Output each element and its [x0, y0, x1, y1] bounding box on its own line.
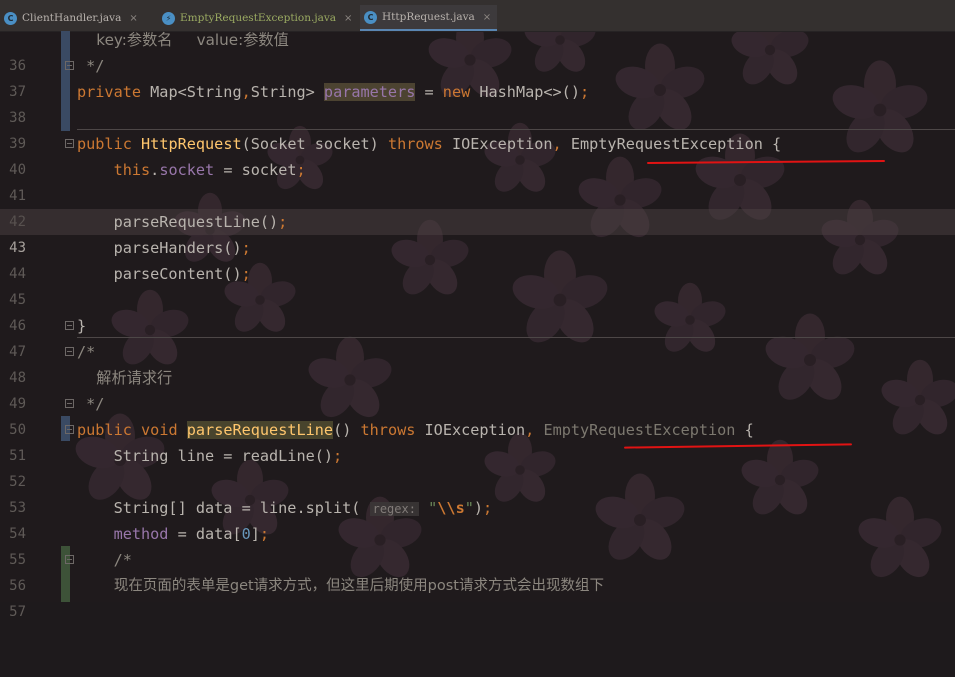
fold-icon[interactable]	[65, 321, 74, 330]
code-line: 52 String line = readLine();	[0, 443, 955, 490]
fold-icon[interactable]	[65, 555, 74, 564]
code-text: 解析请求行	[77, 369, 173, 387]
code-line: 47 }	[0, 313, 955, 360]
exception-class-icon: ⚡	[162, 11, 175, 25]
code-text: parseContent();	[77, 265, 251, 283]
code-line: 57 现在页面的表单是get请求方式，但这里后期使用post请求方式会出现数组下	[0, 573, 955, 620]
code-text: public HttpRequest(Socket socket) throws…	[77, 135, 782, 153]
code-text: method = data[0];	[113, 525, 270, 543]
code-text: public void parseRequestLine() throws IO…	[77, 421, 754, 439]
fold-icon[interactable]	[65, 399, 74, 408]
code-line: 56 /*	[0, 547, 955, 594]
code-text: String[] data = line.split( regex: "\\s"…	[77, 499, 493, 517]
tab-label: EmptyRequestException.java	[180, 12, 337, 24]
code-line: 38 private Map<String,String> parameters…	[0, 79, 955, 126]
code-line: 39	[0, 105, 955, 152]
code-text: */	[77, 395, 105, 413]
fold-icon[interactable]	[65, 139, 74, 148]
code-line: 53	[0, 469, 955, 516]
code-line-current: 43 parseRequestLine();	[0, 209, 955, 256]
code-line: 46	[0, 287, 955, 334]
code-line: 37 */	[0, 53, 955, 100]
tab-label: HttpRequest.java	[382, 11, 475, 23]
code-text: 现在页面的表单是get请求方式，但这里后期使用post请求方式会出现数组下	[77, 578, 604, 594]
code-line: 51 public void parseRequestLine() throws…	[0, 417, 955, 464]
java-class-icon: C	[364, 10, 377, 24]
close-icon[interactable]: ×	[483, 12, 491, 23]
code-text: /*	[77, 343, 96, 361]
code-text: String line = readLine();	[77, 447, 343, 465]
code-text: key:参数名 value:参数值	[77, 31, 289, 49]
code-line: 50 */	[0, 391, 955, 438]
tab-label: ClientHandler.java	[22, 12, 122, 24]
code-text: private Map<String,String> parameters = …	[77, 83, 590, 101]
parameter-hint: regex:	[369, 502, 419, 516]
code-text: this.socket = socket;	[113, 161, 306, 179]
code-line: 42	[0, 183, 955, 230]
code-line: 48 /*	[0, 339, 955, 386]
fold-icon[interactable]	[65, 61, 74, 70]
code-line: 54 String[] data = line.split( regex: "\…	[0, 495, 955, 542]
code-line: 36 key:参数名 value:参数值	[0, 27, 955, 74]
close-icon[interactable]: ×	[344, 13, 352, 24]
code-text: parseRequestLine();	[77, 213, 288, 231]
close-icon[interactable]: ×	[129, 13, 137, 24]
fold-icon[interactable]	[65, 347, 74, 356]
code-text: */	[77, 57, 105, 75]
code-line: 55 method = data[0];	[0, 521, 955, 568]
java-class-icon: C	[4, 11, 17, 25]
code-line: 49 解析请求行	[0, 365, 955, 412]
code-text: /*	[77, 551, 132, 569]
code-text: parseHanders();	[77, 239, 251, 257]
code-line: 44 parseHanders();	[0, 235, 955, 282]
code-line: 40 public HttpRequest(Socket socket) thr…	[0, 131, 955, 178]
line-number: 57	[9, 604, 26, 620]
code-text: }	[77, 317, 87, 335]
fold-icon[interactable]	[65, 425, 74, 434]
code-line: 45 parseContent();	[0, 261, 955, 308]
